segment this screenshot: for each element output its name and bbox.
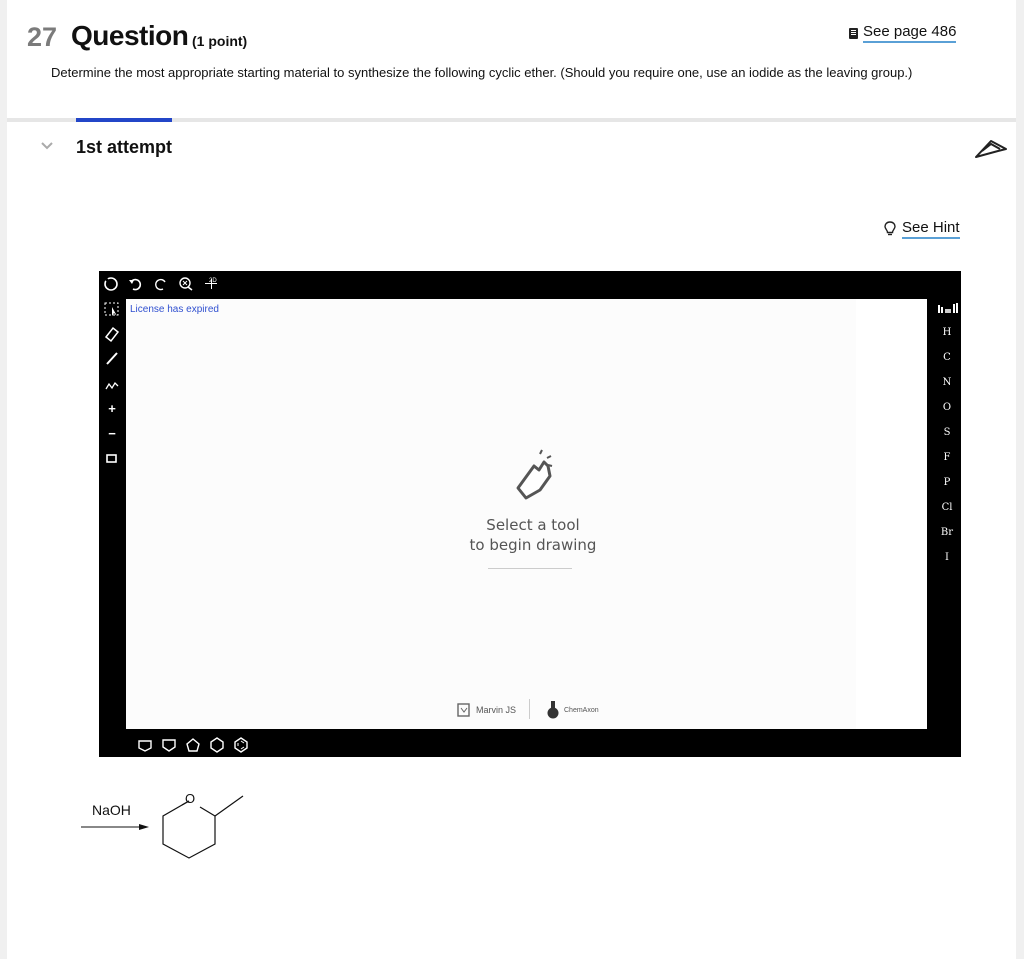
chain-icon[interactable] — [103, 375, 121, 393]
question-prompt: Determine the most appropriate starting … — [51, 65, 913, 80]
reaction-scheme: NaOH O — [81, 791, 244, 859]
collapse-icon[interactable] — [974, 135, 1008, 163]
clear-icon[interactable] — [102, 275, 120, 293]
element-O-button[interactable]: O — [937, 402, 957, 413]
element-C-button[interactable]: C — [937, 352, 957, 363]
question-page: 27 Question (1 point) See page 486 Deter… — [7, 0, 1016, 959]
flask-icon — [547, 701, 559, 719]
empty-message-line1: Select a tool — [486, 516, 580, 534]
element-P-button[interactable]: P — [937, 477, 957, 488]
decrease-charge-icon[interactable]: − — [103, 425, 121, 443]
canvas-area: License has expired Select a tool to beg… — [126, 299, 856, 729]
question-points: (1 point) — [192, 33, 248, 49]
lightbulb-icon — [884, 221, 896, 236]
zoom-icon[interactable] — [177, 275, 195, 293]
marvin-label: Marvin JS — [476, 705, 517, 715]
chevron-down-icon[interactable] — [40, 139, 54, 153]
marvin-logo: Marvin JS — [456, 702, 516, 718]
benzene-template-icon[interactable] — [233, 737, 249, 753]
chemaxon-logo: ChemAxon — [547, 700, 599, 720]
attempt-label: 1st attempt — [76, 137, 173, 157]
structure-editor: 2D + − License has expired Select a tool… — [99, 271, 961, 757]
element-N-button[interactable]: N — [937, 377, 957, 388]
empty-canvas-message: Select a tool to begin drawing — [418, 515, 648, 555]
eraser-icon[interactable] — [103, 325, 121, 343]
see-page-link[interactable]: See page 486 — [849, 23, 957, 43]
pyrrole-template-icon[interactable] — [137, 737, 153, 753]
reagent-label: NaOH — [92, 802, 131, 818]
pointer-hand-icon — [516, 449, 553, 500]
single-bond-icon[interactable] — [103, 349, 121, 367]
redo-icon[interactable] — [152, 275, 170, 293]
marvin-logo-icon — [457, 703, 470, 717]
oxygen-atom-label: O — [185, 791, 195, 806]
element-I-button[interactable]: I — [937, 552, 957, 563]
pentagon-template-icon[interactable] — [185, 737, 201, 753]
element-Cl-button[interactable]: Cl — [937, 502, 957, 513]
see-hint-label: See Hint — [902, 219, 960, 239]
tetrahydropyran-structure: O — [162, 791, 244, 859]
chemaxon-label: ChemAxon — [564, 706, 599, 714]
editor-top-toolbar: 2D — [99, 271, 961, 297]
empty-message-line2: to begin drawing — [469, 536, 597, 554]
license-expired-text: License has expired — [130, 304, 219, 315]
cyclohexane-template-icon[interactable] — [209, 737, 225, 753]
book-icon — [849, 27, 858, 39]
clean-2d-icon[interactable]: 2D — [203, 275, 221, 293]
question-header: 27 Question (1 point) See page 486 Deter… — [7, 0, 1016, 122]
see-page-label: See page 486 — [863, 23, 957, 43]
element-F-button[interactable]: F — [937, 452, 957, 463]
see-hint-link[interactable]: See Hint — [884, 219, 960, 239]
cyclopentane-template-icon[interactable] — [161, 737, 177, 753]
brand-divider — [529, 699, 530, 719]
element-H-button[interactable]: H — [937, 327, 957, 338]
question-title: Question — [71, 20, 189, 51]
drawing-canvas[interactable]: License has expired Select a tool to beg… — [126, 299, 927, 729]
selection-icon[interactable] — [103, 301, 121, 319]
increase-charge-icon[interactable]: + — [103, 400, 121, 418]
message-divider — [488, 568, 572, 569]
periodic-table-icon[interactable] — [937, 301, 959, 315]
question-number: 27 — [27, 22, 58, 52]
rectangle-shape-icon[interactable] — [103, 450, 121, 468]
undo-icon[interactable] — [127, 275, 145, 293]
element-Br-button[interactable]: Br — [937, 527, 957, 538]
attempt-tab-indicator — [76, 118, 172, 122]
element-S-button[interactable]: S — [937, 427, 957, 438]
